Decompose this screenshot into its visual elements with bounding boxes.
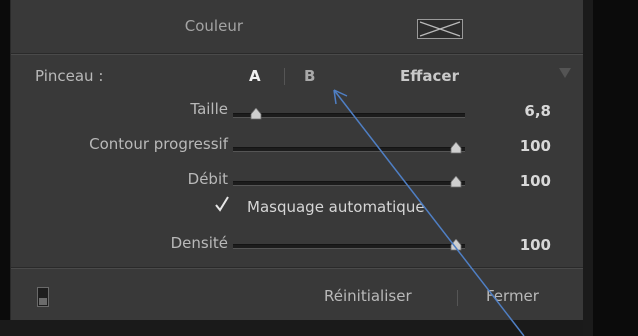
color-label: Couleur [184, 17, 243, 35]
feather-slider-knob[interactable] [450, 142, 462, 154]
tab-separator [284, 68, 285, 85]
color-swatch-cross-icon [419, 21, 461, 37]
slider-label-flow: Débit [187, 170, 228, 188]
auto-mask-checkbox[interactable] [214, 196, 230, 212]
mask-toggle-icon[interactable] [37, 287, 49, 307]
size-slider-track[interactable] [233, 108, 465, 120]
density-slider-knob[interactable] [450, 239, 462, 251]
slider-label-density: Densité [170, 234, 228, 252]
flow-slider-knob[interactable] [450, 176, 462, 188]
bottom-gutter [0, 320, 583, 336]
brush-tab-b[interactable]: B [304, 67, 315, 85]
checkmark-icon [215, 196, 229, 212]
right-gutter [583, 0, 593, 336]
divider [11, 268, 583, 269]
brush-label: Pinceau : [35, 67, 104, 85]
close-button[interactable]: Fermer [486, 287, 539, 305]
footer-separator [457, 290, 458, 306]
slider-label-feather: Contour progressif [89, 135, 228, 153]
reset-button[interactable]: Réinitialiser [324, 287, 412, 305]
stage: Couleur Pinceau : A B Effacer Taille 6,8… [0, 0, 638, 336]
density-value[interactable]: 100 [507, 236, 551, 254]
feather-value[interactable]: 100 [507, 137, 551, 155]
density-slider-track[interactable] [233, 239, 465, 251]
size-slider-knob[interactable] [250, 108, 262, 120]
mask-brush-panel: Couleur Pinceau : A B Effacer Taille 6,8… [10, 0, 584, 320]
size-value[interactable]: 6,8 [507, 102, 551, 120]
slider-label-size: Taille [190, 100, 228, 118]
auto-mask-label[interactable]: Masquage automatique [247, 198, 425, 216]
brush-tab-erase[interactable]: Effacer [400, 67, 459, 85]
panel-collapse-icon[interactable] [559, 68, 571, 78]
flow-slider-track[interactable] [233, 176, 465, 188]
flow-value[interactable]: 100 [507, 172, 551, 190]
color-swatch[interactable] [417, 19, 463, 39]
brush-tab-a[interactable]: A [249, 67, 261, 85]
divider [11, 54, 583, 55]
feather-slider-track[interactable] [233, 142, 465, 154]
